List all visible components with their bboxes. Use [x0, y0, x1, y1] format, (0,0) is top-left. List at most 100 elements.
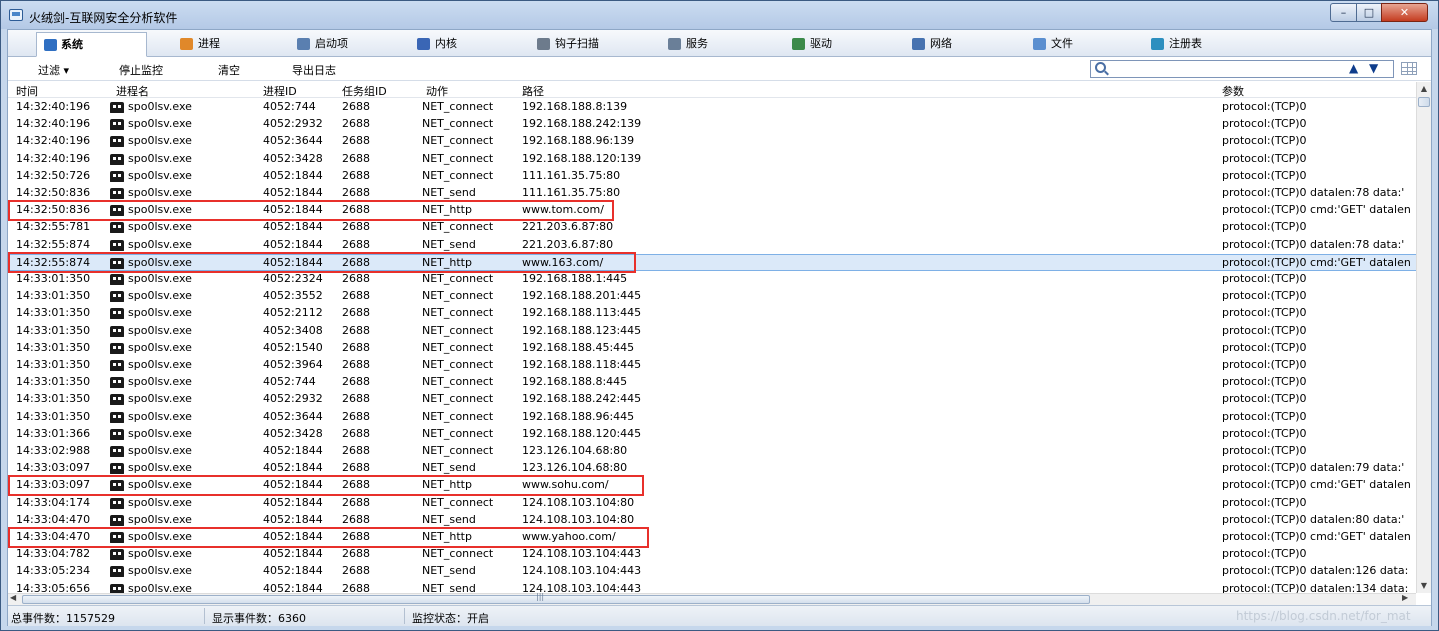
- maximize-button[interactable]: □: [1356, 3, 1382, 22]
- table-row[interactable]: 14:33:01:350 spo0lsv.exe 4052:2112 2688 NET_…: [8, 305, 1416, 322]
- table-row[interactable]: 14:32:50:836 spo0lsv.exe 4052:1844 2688 NET_…: [8, 185, 1416, 202]
- cell-path: 192.168.188.8:445: [522, 375, 628, 389]
- cell-params: protocol:(TCP)0 cmd:'GET' datalen: [1222, 478, 1411, 492]
- table-row[interactable]: 14:33:04:174 spo0lsv.exe 4052:1844 2688 NET_…: [8, 495, 1416, 512]
- tab-file[interactable]: 文件: [1029, 32, 1073, 56]
- process-icon: [110, 446, 124, 457]
- table-row[interactable]: 14:33:01:350 spo0lsv.exe 4052:1540 2688 NET_…: [8, 340, 1416, 357]
- column-header-process[interactable]: 进程名: [116, 83, 149, 99]
- tab-driver[interactable]: 驱动: [788, 32, 832, 56]
- stop-monitor-button[interactable]: 停止监控: [119, 62, 163, 78]
- tab-process[interactable]: 进程: [176, 32, 220, 56]
- export-log-button[interactable]: 导出日志: [292, 62, 336, 78]
- column-settings-icon[interactable]: [1401, 62, 1417, 75]
- table-row[interactable]: 14:33:02:988 spo0lsv.exe 4052:1844 2688 NET_…: [8, 443, 1416, 460]
- title-bar[interactable]: 火绒剑-互联网安全分析软件 – □ ✕: [1, 1, 1438, 29]
- search-box[interactable]: ▲ ▼: [1090, 60, 1394, 78]
- column-header-path[interactable]: 路径: [522, 83, 1202, 99]
- table-row[interactable]: 14:32:50:836 spo0lsv.exe 4052:1844 2688 NET_…: [8, 202, 1416, 219]
- cell-group-id: 2688: [342, 151, 370, 165]
- table-row[interactable]: 14:33:03:097 spo0lsv.exe 4052:1844 2688 NET_…: [8, 477, 1416, 494]
- table-row[interactable]: 14:32:55:781 spo0lsv.exe 4052:1844 2688 NET_…: [8, 219, 1416, 236]
- cell-path: 124.108.103.104:443: [522, 547, 642, 561]
- column-header-time[interactable]: 时间: [16, 83, 106, 99]
- column-header-group-id[interactable]: 任务组ID: [342, 83, 418, 99]
- cell-process: spo0lsv.exe: [110, 530, 260, 543]
- vertical-scrollbar[interactable]: ▲ ▼: [1416, 82, 1431, 593]
- scroll-up-icon[interactable]: ▲: [1417, 82, 1431, 96]
- process-icon: [110, 119, 124, 131]
- cell-pid: 4052:3644: [263, 409, 323, 423]
- scroll-down-icon[interactable]: ▼: [1417, 579, 1431, 593]
- cell-action: NET_http: [422, 478, 472, 492]
- search-input[interactable]: [1111, 62, 1341, 76]
- table-row[interactable]: 14:32:55:874 spo0lsv.exe 4052:1844 2688 NET_…: [8, 237, 1416, 254]
- vertical-scroll-thumb[interactable]: [1418, 97, 1430, 107]
- scroll-right-icon[interactable]: ▶: [1402, 593, 1408, 602]
- table-row[interactable]: 14:32:40:196 spo0lsv.exe 4052:3428 2688 NET_…: [8, 151, 1416, 168]
- table-row[interactable]: 14:33:04:470 spo0lsv.exe 4052:1844 2688 NET_…: [8, 529, 1416, 546]
- table-row[interactable]: 14:33:01:350 spo0lsv.exe 4052:3644 2688 NET_…: [8, 409, 1416, 426]
- tab-startup[interactable]: 启动项: [293, 32, 348, 56]
- table-row[interactable]: 14:32:50:726 spo0lsv.exe 4052:1844 2688 NET_…: [8, 168, 1416, 185]
- tab-system-monitor[interactable]: 系统: [36, 32, 147, 57]
- table-row[interactable]: 14:33:01:366 spo0lsv.exe 4052:3428 2688 NET_…: [8, 426, 1416, 443]
- close-button[interactable]: ✕: [1381, 3, 1428, 22]
- cell-pid: 4052:1844: [263, 547, 323, 561]
- cell-action: NET_connect: [422, 272, 494, 285]
- search-icon[interactable]: [1095, 62, 1106, 73]
- table-row[interactable]: 14:32:40:196 spo0lsv.exe 4052:744 2688 NET_c…: [8, 99, 1416, 116]
- cell-path: 192.168.188.242:445: [522, 392, 642, 406]
- event-table[interactable]: 时间 进程名 进程ID 任务组ID 动作 路径 参数 14:32:40:196 s…: [8, 82, 1416, 593]
- cell-time: 14:33:01:350: [16, 392, 91, 406]
- tab-label: 网络: [930, 37, 952, 50]
- table-row[interactable]: 14:33:01:350 spo0lsv.exe 4052:2324 2688 NET_…: [8, 271, 1416, 288]
- search-prev-icon[interactable]: ▲: [1349, 61, 1358, 75]
- tab-label: 内核: [435, 37, 457, 50]
- process-icon: [110, 549, 124, 561]
- process-icon: [180, 38, 193, 50]
- tab-service[interactable]: 服务: [664, 32, 708, 56]
- cell-pid: 4052:3644: [263, 134, 323, 148]
- table-row[interactable]: 14:33:01:350 spo0lsv.exe 4052:744 2688 NET_c…: [8, 374, 1416, 391]
- table-row[interactable]: 14:33:03:097 spo0lsv.exe 4052:1844 2688 NET_…: [8, 460, 1416, 477]
- table-row[interactable]: 14:32:40:196 spo0lsv.exe 4052:2932 2688 NET_…: [8, 116, 1416, 133]
- table-row[interactable]: 14:33:04:470 spo0lsv.exe 4052:1844 2688 NET_…: [8, 512, 1416, 529]
- table-row[interactable]: 14:33:01:350 spo0lsv.exe 4052:3408 2688 NET_…: [8, 323, 1416, 340]
- table-row[interactable]: 14:32:55:874 spo0lsv.exe 4052:1844 2688 NET_…: [8, 253, 1416, 271]
- cell-params: protocol:(TCP)0 datalen:79 data:': [1222, 461, 1405, 475]
- table-row[interactable]: 14:33:05:656 spo0lsv.exe 4052:1844 2688 NET_…: [8, 581, 1416, 593]
- search-next-icon[interactable]: ▼: [1369, 61, 1378, 75]
- tab-network[interactable]: 网络: [908, 32, 952, 56]
- horizontal-scrollbar[interactable]: ◀ ||| ▶: [8, 592, 1416, 605]
- cell-time: 14:33:05:234: [16, 564, 91, 578]
- app-window: 火绒剑-互联网安全分析软件 – □ ✕ 系统 进程 启动项 内核 钩子扫描 服务 驱动 网络 文…: [0, 0, 1439, 631]
- table-row[interactable]: 14:32:40:196 spo0lsv.exe 4052:3644 2688 NET_…: [8, 133, 1416, 150]
- clear-button[interactable]: 清空: [218, 62, 240, 78]
- tab-hook-scan[interactable]: 钩子扫描: [533, 32, 599, 56]
- process-name: spo0lsv.exe: [128, 581, 192, 593]
- table-row[interactable]: 14:33:01:350 spo0lsv.exe 4052:2932 2688 NET_…: [8, 391, 1416, 408]
- column-header-pid[interactable]: 进程ID: [263, 83, 339, 99]
- cell-group-id: 2688: [342, 203, 370, 217]
- horizontal-scroll-thumb[interactable]: [22, 595, 1090, 604]
- process-icon: [110, 222, 124, 234]
- tab-registry[interactable]: 注册表: [1147, 32, 1202, 56]
- cell-process: spo0lsv.exe: [110, 478, 260, 492]
- minimize-button[interactable]: –: [1330, 3, 1357, 22]
- cell-path: 192.168.188.242:139: [522, 117, 642, 131]
- table-row[interactable]: 14:33:04:782 spo0lsv.exe 4052:1844 2688 NET_…: [8, 546, 1416, 563]
- column-header-params[interactable]: 参数: [1222, 83, 1416, 99]
- table-row[interactable]: 14:33:01:350 spo0lsv.exe 4052:3552 2688 NET_…: [8, 288, 1416, 305]
- scroll-left-icon[interactable]: ◀: [10, 593, 16, 602]
- filter-dropdown[interactable]: 过滤 ▾: [38, 62, 69, 78]
- cell-process: spo0lsv.exe: [110, 461, 260, 475]
- process-name: spo0lsv.exe: [128, 478, 192, 492]
- cell-path: 192.168.188.113:445: [522, 306, 642, 320]
- column-header-action[interactable]: 动作: [426, 83, 522, 99]
- table-row[interactable]: 14:33:01:350 spo0lsv.exe 4052:3964 2688 NET_…: [8, 357, 1416, 374]
- table-row[interactable]: 14:33:05:234 spo0lsv.exe 4052:1844 2688 NET_…: [8, 563, 1416, 580]
- tab-kernel[interactable]: 内核: [413, 32, 457, 56]
- cell-path: www.sohu.com/: [522, 478, 609, 492]
- cell-group-id: 2688: [342, 444, 370, 457]
